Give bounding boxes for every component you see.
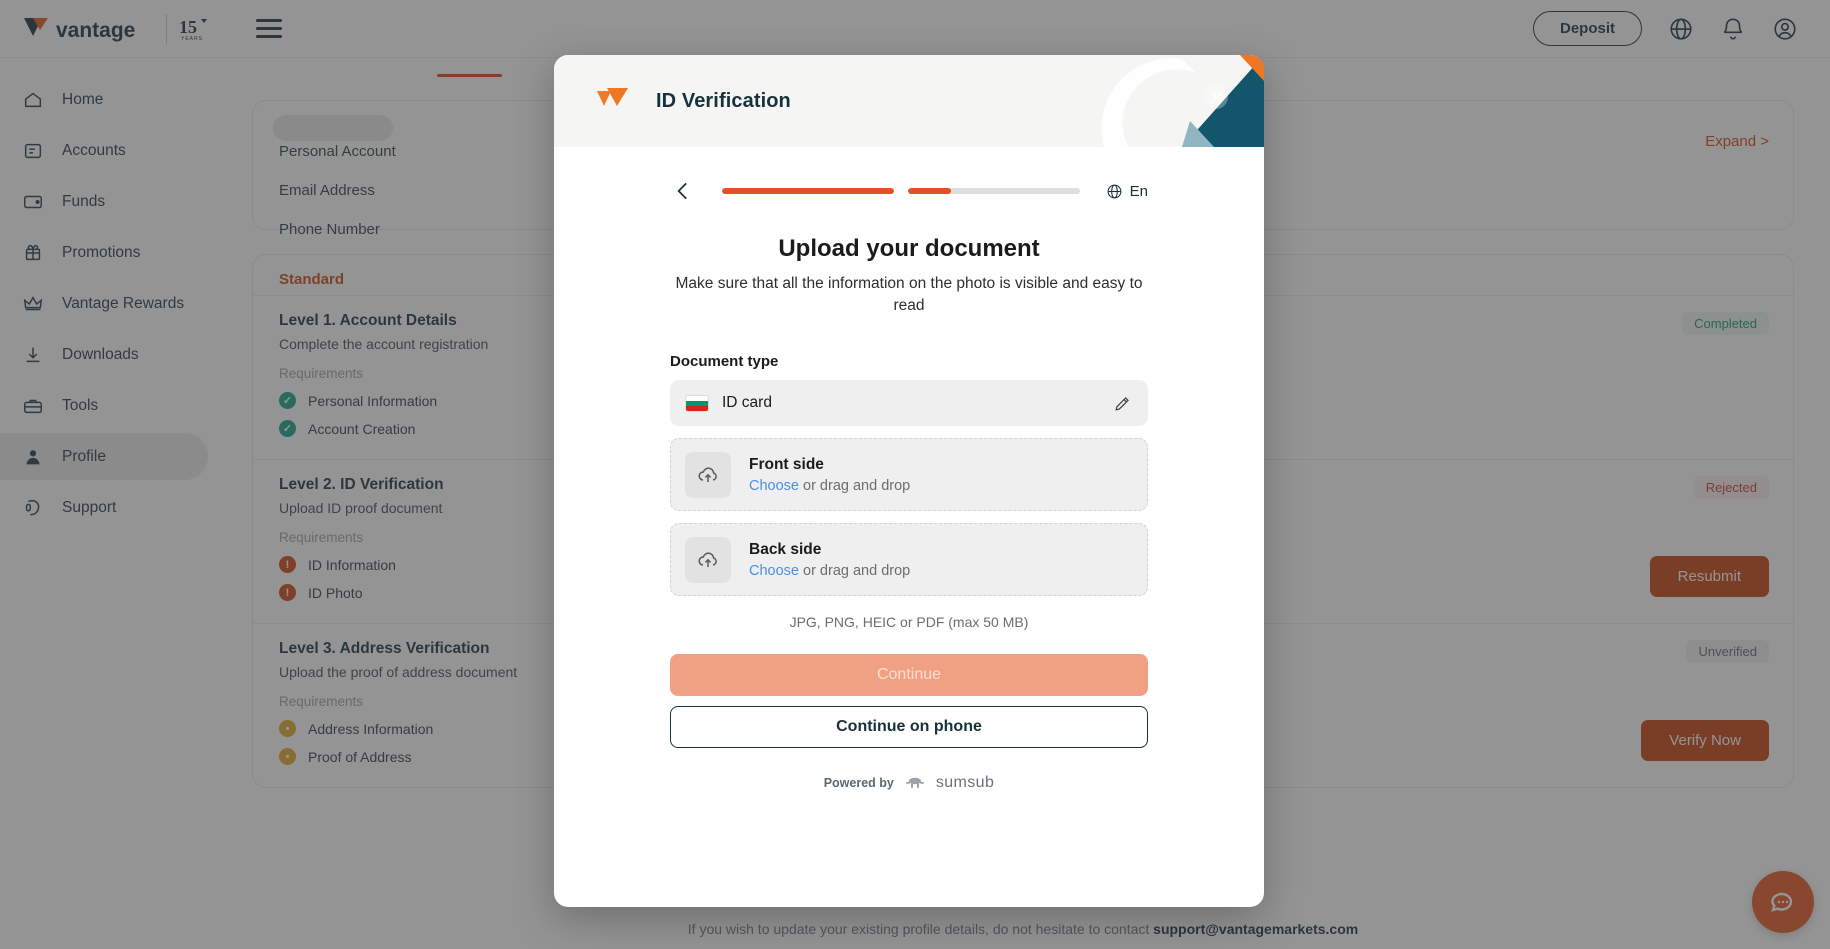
progress-fill: [722, 188, 894, 194]
id-verification-modal: ID Verification En Upload your document …: [554, 55, 1264, 907]
document-type-label: Document type: [670, 353, 779, 370]
modal-header: ID Verification: [554, 55, 1264, 147]
powered-by-footer: Powered by sumsub: [670, 774, 1148, 792]
drag-drop-text: or drag and drop: [798, 477, 911, 494]
powered-by-label: Powered by: [823, 776, 894, 790]
language-selector[interactable]: En: [1106, 183, 1148, 200]
globe-icon: [1107, 184, 1122, 198]
continue-button[interactable]: Continue: [670, 654, 1148, 696]
document-type-selector[interactable]: ID card: [670, 380, 1148, 426]
upload-title: Back side: [749, 540, 822, 558]
progress-bar: [696, 188, 1106, 194]
pencil-icon[interactable]: [1113, 394, 1132, 413]
cloud-upload-icon: [685, 451, 731, 498]
document-type-value: ID card: [722, 394, 772, 411]
back-button[interactable]: [670, 178, 696, 204]
cloud-upload-icon: [685, 536, 731, 583]
modal-description: Make sure that all the information on th…: [675, 275, 1143, 314]
upload-hint: Choose or drag and drop: [749, 563, 910, 579]
close-icon: [1210, 91, 1222, 103]
upload-front-side[interactable]: Front side Choose or drag and drop: [670, 438, 1148, 511]
bulgaria-flag-icon: [686, 395, 708, 411]
close-button[interactable]: [1204, 85, 1228, 109]
upload-back-side[interactable]: Back side Choose or drag and drop: [670, 523, 1148, 596]
continue-on-phone-button[interactable]: Continue on phone: [670, 706, 1148, 748]
modal-nav-row: En: [670, 175, 1148, 207]
header-decoration: [1064, 55, 1264, 147]
progress-fill: [907, 188, 951, 194]
upload-title: Front side: [749, 455, 824, 473]
vantage-arrow-icon: [597, 88, 628, 106]
sumsub-brand-name: sumsub: [935, 774, 995, 791]
language-label: En: [1129, 182, 1148, 200]
modal-title: ID Verification: [656, 89, 791, 112]
upload-hint: Choose or drag and drop: [749, 478, 910, 494]
progress-segment-2: [907, 188, 1080, 194]
app-root: vantage 15 YEARS Deposit: [0, 0, 1830, 949]
modal-body: En Upload your document Make sure that a…: [554, 147, 1264, 907]
progress-segment-1: [722, 188, 894, 194]
choose-link[interactable]: Choose: [749, 478, 799, 494]
choose-link[interactable]: Choose: [749, 563, 799, 579]
modal-heading: Upload your document: [778, 235, 1040, 262]
accepted-formats-text: JPG, PNG, HEIC or PDF (max 50 MB): [789, 614, 1029, 630]
sumsub-logo-icon: [905, 777, 924, 788]
drag-drop-text: or drag and drop: [798, 562, 911, 579]
